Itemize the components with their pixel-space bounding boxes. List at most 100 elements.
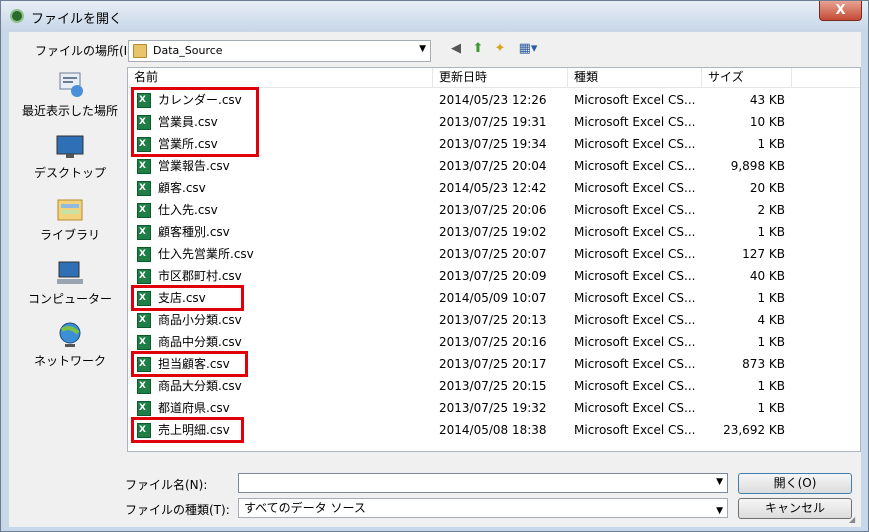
- column-header-date[interactable]: 更新日時: [433, 68, 568, 88]
- place-computer[interactable]: コンピューター: [15, 259, 125, 307]
- file-name: 商品大分類.csv: [158, 379, 242, 393]
- file-size: 127 KB: [742, 247, 785, 261]
- excel-file-icon: [137, 375, 151, 397]
- file-date: 2013/07/25 20:13: [439, 313, 547, 327]
- place-label: デスクトップ: [33, 166, 106, 180]
- cancel-button[interactable]: キャンセル: [738, 498, 852, 519]
- file-type: Microsoft Excel CS...: [574, 379, 696, 393]
- file-row[interactable]: 仕入先.csv 2013/07/25 20:06 Microsoft Excel C…: [128, 199, 860, 221]
- highlight-box: [131, 417, 244, 443]
- place-recent[interactable]: 最近表示した場所: [15, 71, 125, 119]
- libraries-icon: [57, 199, 83, 221]
- column-header-name[interactable]: 名前: [128, 68, 433, 88]
- file-type: Microsoft Excel CS...: [574, 159, 696, 173]
- network-icon: [59, 322, 81, 347]
- file-size: 43 KB: [749, 93, 785, 107]
- back-arrow-icon[interactable]: ◀: [447, 40, 465, 58]
- file-date: 2013/07/25 20:16: [439, 335, 547, 349]
- file-size: 9,898 KB: [730, 159, 785, 173]
- open-file-dialog: ファイルを開く X ファイルの場所(I): Data_Source ▼ ◀ ⬆ …: [0, 0, 869, 532]
- file-type: Microsoft Excel CS...: [574, 181, 696, 195]
- file-name: 商品中分類.csv: [158, 335, 242, 349]
- place-network[interactable]: ネットワーク: [15, 321, 125, 369]
- highlight-box: [131, 351, 248, 377]
- place-libraries[interactable]: ライブラリ: [15, 195, 125, 243]
- highlight-box: [131, 87, 259, 157]
- file-size: 20 KB: [749, 181, 785, 195]
- filetype-value: すべてのデータ ソース: [244, 501, 366, 515]
- file-size: 1 KB: [757, 335, 785, 349]
- file-date: 2013/07/25 19:02: [439, 225, 547, 239]
- file-date: 2013/07/25 20:04: [439, 159, 547, 173]
- up-folder-icon[interactable]: ⬆: [469, 40, 487, 58]
- column-header-type[interactable]: 種類: [568, 68, 702, 88]
- excel-file-icon: [137, 265, 151, 287]
- file-list[interactable]: 名前 更新日時 種類 サイズ カレンダー.csv2014/05/23 12:26…: [127, 67, 861, 452]
- file-row[interactable]: 市区郡町村.csv 2013/07/25 20:09 Microsoft Excel…: [128, 265, 860, 287]
- file-date: 2013/07/25 19:31: [439, 115, 547, 129]
- excel-file-icon: [137, 331, 151, 353]
- excel-file-icon: [137, 221, 151, 243]
- highlight-box: [131, 285, 244, 311]
- file-size: 2 KB: [757, 203, 785, 217]
- file-name: 顧客.csv: [158, 181, 206, 195]
- file-date: 2014/05/08 18:38: [439, 423, 547, 437]
- file-size: 873 KB: [742, 357, 785, 371]
- places-bar: 最近表示した場所 デスクトップ ライブラリ コンピューター ネットワーク: [15, 67, 125, 487]
- chevron-down-icon[interactable]: ▼: [716, 477, 723, 487]
- file-row[interactable]: 商品大分類.csv 2013/07/25 20:15 Microsoft Excel…: [128, 375, 860, 397]
- file-name: 市区郡町村.csv: [158, 269, 242, 283]
- file-row[interactable]: 商品小分類.csv 2013/07/25 20:13 Microsoft Excel…: [128, 309, 860, 331]
- excel-file-icon: [137, 155, 151, 177]
- app-icon: [10, 9, 24, 23]
- file-size: 23,692 KB: [723, 423, 785, 437]
- filetype-dropdown[interactable]: すべてのデータ ソース ▼: [238, 498, 728, 518]
- file-type: Microsoft Excel CS...: [574, 423, 696, 437]
- recent-places-icon: [59, 72, 83, 97]
- file-row[interactable]: 顧客.csv 2014/05/23 12:42 Microsoft Excel CS…: [128, 177, 860, 199]
- file-type: Microsoft Excel CS...: [574, 203, 696, 217]
- file-name: 都道府県.csv: [158, 401, 230, 415]
- excel-file-icon: [137, 199, 151, 221]
- file-row[interactable]: 商品中分類.csv 2013/07/25 20:16 Microsoft Excel…: [128, 331, 860, 353]
- file-size: 10 KB: [749, 115, 785, 129]
- file-type: Microsoft Excel CS...: [574, 137, 696, 151]
- file-date: 2013/07/25 20:07: [439, 247, 547, 261]
- file-size: 1 KB: [757, 401, 785, 415]
- chevron-down-icon: ▼: [419, 44, 426, 54]
- lookin-label: ファイルの場所(I):: [35, 44, 136, 58]
- file-type: Microsoft Excel CS...: [574, 335, 696, 349]
- file-date: 2014/05/09 10:07: [439, 291, 547, 305]
- lookin-dropdown[interactable]: Data_Source ▼: [128, 40, 431, 62]
- place-desktop[interactable]: デスクトップ: [15, 133, 125, 181]
- open-button[interactable]: 開く(O): [738, 473, 852, 494]
- new-folder-icon[interactable]: ✦: [491, 40, 509, 58]
- resize-grip-icon[interactable]: ◢: [849, 515, 859, 525]
- excel-file-icon: [137, 243, 151, 265]
- file-row[interactable]: 都道府県.csv 2013/07/25 19:32 Microsoft Excel …: [128, 397, 860, 419]
- file-date: 2013/07/25 20:15: [439, 379, 547, 393]
- filetype-label: ファイルの種類(T):: [125, 503, 230, 517]
- place-label: ネットワーク: [33, 354, 106, 368]
- file-type: Microsoft Excel CS...: [574, 401, 696, 415]
- filename-input[interactable]: ▼: [238, 473, 728, 493]
- view-menu-icon[interactable]: ▦▾: [515, 40, 541, 58]
- file-type: Microsoft Excel CS...: [574, 269, 696, 283]
- filename-label: ファイル名(N):: [125, 478, 208, 492]
- file-size: 40 KB: [749, 269, 785, 283]
- file-type: Microsoft Excel CS...: [574, 247, 696, 261]
- close-button[interactable]: X: [819, 1, 862, 21]
- column-header-row: 名前 更新日時 種類 サイズ: [128, 68, 860, 88]
- desktop-icon: [56, 135, 84, 158]
- file-row[interactable]: 営業報告.csv 2013/07/25 20:04 Microsoft Excel …: [128, 155, 860, 177]
- excel-file-icon: [137, 177, 151, 199]
- column-header-size[interactable]: サイズ: [702, 68, 792, 88]
- file-row[interactable]: 仕入先営業所.csv 2013/07/25 20:07 Microsoft Exce…: [128, 243, 860, 265]
- file-type: Microsoft Excel CS...: [574, 225, 696, 239]
- file-date: 2014/05/23 12:42: [439, 181, 547, 195]
- file-row[interactable]: 顧客種別.csv 2013/07/25 19:02 Microsoft Excel …: [128, 221, 860, 243]
- file-name: 仕入先営業所.csv: [158, 247, 254, 261]
- file-type: Microsoft Excel CS...: [574, 93, 696, 107]
- place-label: 最近表示した場所: [21, 104, 118, 118]
- file-size: 1 KB: [757, 379, 785, 393]
